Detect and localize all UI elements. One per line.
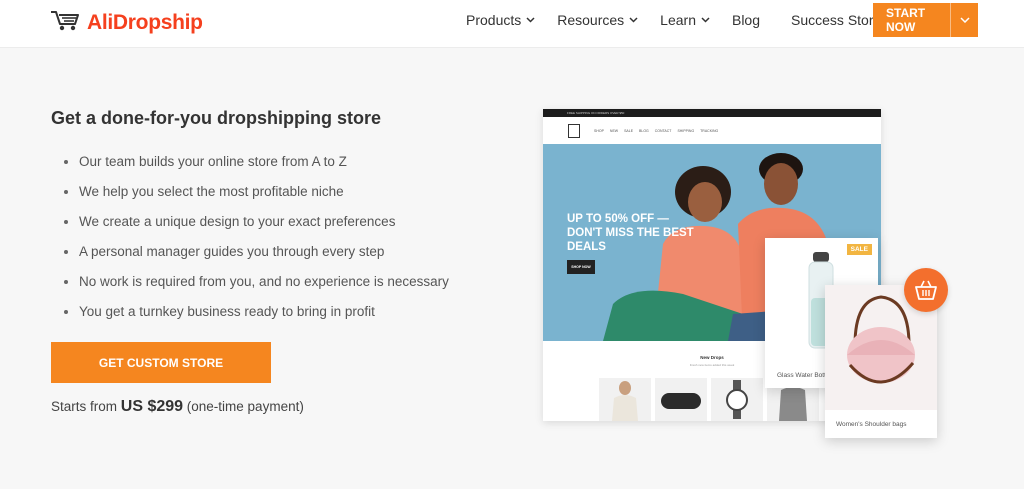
mockup-logo: [568, 123, 580, 138]
hero-headline: UP TO 50% OFF — DON'T MISS THE BEST DEAL…: [567, 213, 694, 253]
price-note: Starts from US $299 (one-time payment): [51, 398, 304, 416]
chevron-down-icon[interactable]: [950, 3, 978, 37]
product-thumb: [599, 378, 651, 421]
start-now-button[interactable]: START NOW: [873, 3, 978, 37]
logo-text: AliDropship: [87, 10, 203, 34]
price-amount: US $299: [120, 398, 184, 415]
mockup-nav-item: SALE: [624, 128, 634, 133]
cart-icon: [50, 8, 82, 37]
product-name: Women's Shoulder bags: [836, 421, 907, 428]
nav-resources[interactable]: Resources: [557, 12, 638, 28]
nav-blog-label: Blog: [731, 12, 761, 28]
page-title: Get a done-for-you dropshipping store: [51, 108, 381, 128]
main-nav: Products Resources Learn Blog Success St…: [466, 0, 913, 40]
feature-item: We help you select the most profitable n…: [64, 182, 449, 212]
mockup-nav-item: SHOP: [594, 128, 604, 133]
feature-item: You get a turnkey business ready to brin…: [64, 302, 449, 332]
price-prefix: Starts from: [51, 399, 121, 414]
mockup-nav-item: SHIPPING: [677, 128, 695, 133]
feature-item: A personal manager guides you through ev…: [64, 242, 449, 272]
chevron-down-icon: [701, 17, 710, 23]
chevron-down-icon: [629, 17, 638, 23]
mockup-nav-item: BLOG: [639, 128, 649, 133]
mockup-shop-button: SHOP NOW: [567, 260, 595, 274]
feature-item: No work is required from you, and no exp…: [64, 272, 449, 302]
basket-icon: [904, 268, 948, 312]
feature-item: We create a unique design to your exact …: [64, 212, 449, 242]
price-suffix: (one-time payment): [183, 399, 304, 414]
site-header: AliDropship Products Resources Learn Blo…: [0, 0, 1024, 48]
nav-blog[interactable]: Blog: [732, 12, 760, 28]
logo[interactable]: AliDropship: [50, 8, 203, 37]
sale-badge: SALE: [846, 244, 872, 255]
nav-learn[interactable]: Learn: [660, 12, 710, 28]
nav-learn-label: Learn: [660, 12, 696, 28]
mockup-nav: SHOP NEW SALE BLOG CONTACT SHIPPING TRAC…: [543, 117, 881, 144]
nav-products-label: Products: [466, 12, 522, 28]
chevron-down-icon: [526, 17, 535, 23]
nav-products[interactable]: Products: [466, 12, 535, 28]
feature-item: Our team builds your online store from A…: [64, 152, 449, 182]
get-custom-store-button[interactable]: GET CUSTOM STORE: [51, 342, 271, 383]
product-thumb: [655, 378, 707, 421]
start-now-label: START NOW: [886, 6, 926, 34]
mockup-nav-item: NEW: [609, 128, 619, 133]
mockup-nav-item: TRACKING: [700, 128, 719, 133]
nav-resources-label: Resources: [557, 12, 625, 28]
mockup-topbar: FREE SHIPPING ON ORDERS OVER $50: [543, 109, 881, 117]
product-thumb: [711, 378, 763, 421]
mockup-nav-item: CONTACT: [654, 128, 672, 133]
feature-list: Our team builds your online store from A…: [64, 152, 449, 332]
product-name: Glass Water Bottle: [777, 372, 827, 379]
